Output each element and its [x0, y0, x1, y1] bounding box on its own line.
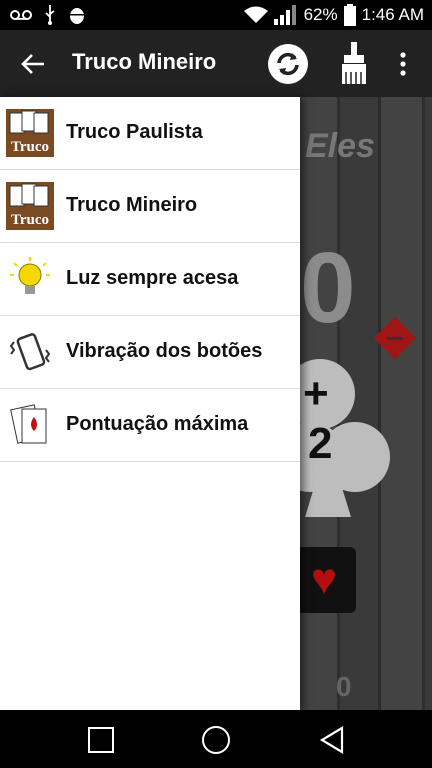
vibrating-phone-icon [9, 333, 51, 371]
drawer-item-label: Vibração dos botões [66, 340, 263, 362]
drawer-item-label: Truco Mineiro [66, 194, 198, 216]
voicemail-icon [10, 10, 32, 20]
drawer-item-truco-paulista[interactable]: Truco Truco Paulista [0, 97, 300, 170]
navigation-drawer: Truco Truco Paulista Truco Truco Mineiro… [0, 97, 300, 710]
plus-icon[interactable]: + [303, 369, 329, 419]
drawer-item-button-vibration[interactable]: Vibração dos botões [0, 316, 300, 389]
wifi-icon [243, 6, 268, 23]
drawer-item-truco-mineiro[interactable]: Truco Truco Mineiro [0, 170, 300, 243]
page-title: Truco Mineiro [72, 49, 217, 74]
heart-button[interactable]: ♥ [292, 547, 356, 613]
svg-text:Truco: Truco [11, 139, 49, 155]
truco-cards-icon: Truco [6, 109, 54, 157]
back-arrow-icon[interactable] [18, 50, 48, 78]
light-bulb-icon [10, 257, 50, 294]
drawer-item-label: Truco Paulista [66, 121, 203, 143]
battery-icon [343, 4, 356, 26]
svg-text:Truco: Truco [11, 212, 49, 228]
usb-icon [45, 5, 55, 25]
refresh-icon [277, 52, 299, 76]
secondary-score: 0 [336, 671, 352, 702]
status-time: 1:46 AM [361, 5, 424, 24]
playing-cards-icon [10, 404, 47, 444]
drawer-item-label: Luz sempre acesa [66, 267, 239, 289]
battery-percent: 62% [303, 5, 338, 24]
status-bar: 62% 1:46 AM [0, 0, 432, 30]
minus-icon [387, 337, 403, 340]
drawer-item-max-score[interactable]: Pontuação máxima [0, 389, 300, 462]
team-label[interactable]: Eles [305, 127, 375, 166]
drawer-item-label: Pontuação máxima [66, 413, 249, 435]
truco-cards-icon: Truco [6, 182, 54, 230]
signal-icon [273, 5, 296, 25]
android-debug-icon [70, 8, 84, 24]
recent-apps-icon[interactable] [88, 727, 114, 753]
brush-icon[interactable] [336, 42, 372, 86]
refresh-button[interactable] [268, 44, 308, 84]
system-nav-bar [0, 710, 432, 768]
home-icon[interactable] [202, 726, 230, 754]
heart-icon: ♥ [310, 555, 338, 604]
plus-value[interactable]: 2 [308, 419, 332, 469]
app-bar: Truco Mineiro [0, 30, 432, 97]
nav-back-icon[interactable] [318, 726, 346, 754]
team-score: 0 [300, 232, 356, 344]
overflow-menu-icon[interactable] [394, 50, 412, 78]
drawer-item-keep-screen-on[interactable]: Luz sempre acesa [0, 243, 300, 316]
